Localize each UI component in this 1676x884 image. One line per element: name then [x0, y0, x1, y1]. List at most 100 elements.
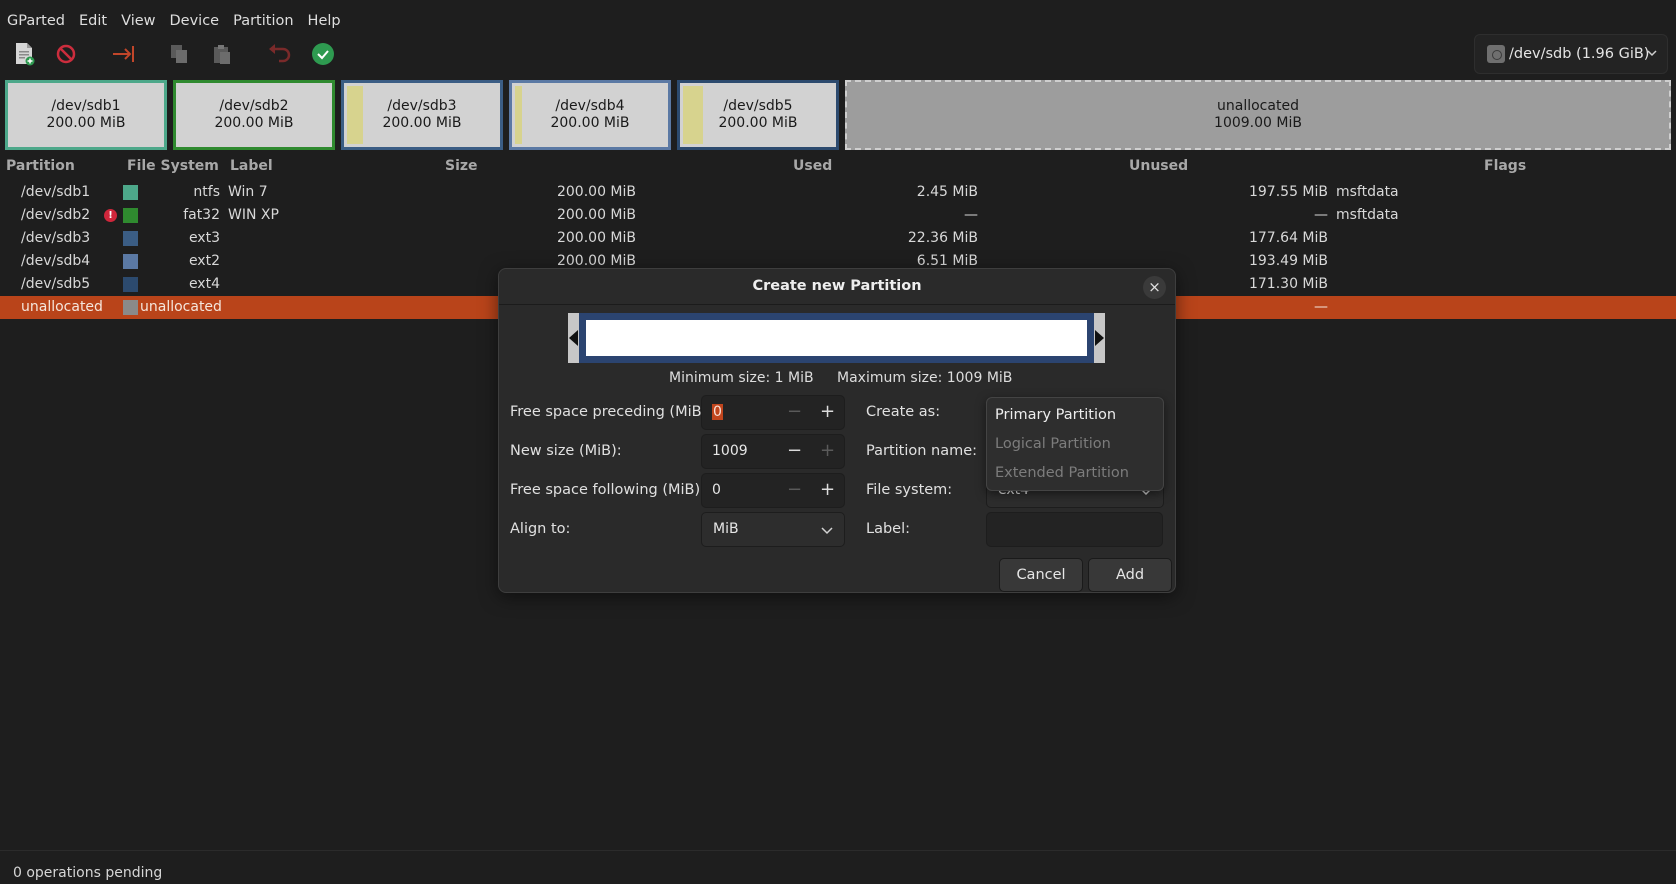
cell-label: Win 7 — [228, 184, 268, 200]
decrement-icon[interactable]: − — [778, 474, 811, 507]
menu-gparted[interactable]: GParted — [0, 13, 72, 29]
new-partition-icon[interactable] — [11, 41, 37, 67]
cell-unused: 171.30 MiB — [1248, 276, 1328, 292]
preceding-spin[interactable]: 0 − + — [701, 395, 845, 430]
menu-help[interactable]: Help — [301, 13, 348, 29]
usage-fill — [683, 86, 703, 144]
cell-filesystem: ext2 — [188, 253, 220, 269]
table-row[interactable]: /dev/sdb1 ntfs Win 7 200.00 MiB 2.45 MiB… — [0, 181, 1676, 204]
cell-size: 200.00 MiB — [556, 184, 636, 200]
undo-icon[interactable] — [266, 41, 292, 67]
close-icon[interactable]: × — [1143, 276, 1166, 299]
cell-size: 200.00 MiB — [556, 230, 636, 246]
fs-color-swatch — [123, 208, 138, 223]
align-value: MiB — [713, 521, 739, 537]
partition-map-sdb1[interactable]: /dev/sdb1 200.00 MiB — [5, 80, 167, 150]
cell-size: 200.00 MiB — [556, 253, 636, 269]
menu-edit[interactable]: Edit — [72, 13, 114, 29]
device-selector[interactable]: /dev/sdb (1.96 GiB) — [1474, 34, 1668, 74]
harddisk-icon — [1487, 45, 1505, 63]
maximum-size-text: Maximum size: 1009 MiB — [837, 370, 1013, 386]
minimum-size-text: Minimum size: 1 MiB — [669, 370, 814, 386]
delete-icon[interactable] — [53, 41, 79, 67]
cell-filesystem: fat32 — [183, 207, 220, 223]
warning-icon[interactable]: ! — [104, 209, 117, 222]
increment-icon[interactable]: + — [811, 474, 844, 507]
partition-size-slider[interactable] — [568, 313, 1105, 363]
align-select[interactable]: MiB — [701, 512, 845, 547]
increment-icon[interactable]: + — [811, 435, 844, 468]
menu-view[interactable]: View — [114, 13, 162, 29]
copy-icon[interactable] — [166, 41, 192, 67]
column-unused[interactable]: Unused — [1129, 158, 1188, 174]
column-used[interactable]: Used — [793, 158, 832, 174]
column-partition[interactable]: Partition — [6, 158, 75, 174]
partition-map-name: /dev/sdb4 — [555, 98, 625, 114]
table-row[interactable]: /dev/sdb3 ext3 200.00 MiB 22.36 MiB 177.… — [0, 227, 1676, 250]
cell-partition: /dev/sdb5 — [21, 276, 91, 292]
new-size-label: New size (MiB): — [510, 443, 622, 459]
new-size-input[interactable]: 1009 — [712, 443, 748, 459]
cell-partition: unallocated — [21, 299, 103, 315]
arrow-left-icon — [569, 330, 578, 346]
cell-partition: /dev/sdb2 — [21, 207, 91, 223]
following-input[interactable]: 0 — [712, 482, 721, 498]
apply-icon[interactable] — [310, 41, 336, 67]
cell-unused: 177.64 MiB — [1248, 230, 1328, 246]
fs-color-swatch — [123, 185, 138, 200]
option-primary-partition[interactable]: Primary Partition — [995, 407, 1116, 423]
cell-unused: 193.49 MiB — [1248, 253, 1328, 269]
new-size-spin[interactable]: 1009 − + — [701, 434, 845, 469]
following-spin[interactable]: 0 − + — [701, 473, 845, 508]
cell-partition: /dev/sdb4 — [21, 253, 91, 269]
increment-icon[interactable]: + — [811, 396, 844, 429]
label-label: Label: — [866, 521, 911, 537]
partition-map-size: 200.00 MiB — [46, 115, 126, 131]
status-text: 0 operations pending — [13, 865, 163, 881]
partition-map-unallocated[interactable]: unallocated 1009.00 MiB — [845, 80, 1671, 150]
menu-device[interactable]: Device — [163, 13, 227, 29]
slider-right-handle[interactable] — [1094, 313, 1105, 363]
table-row[interactable]: /dev/sdb2 ! fat32 WIN XP 200.00 MiB — — … — [0, 204, 1676, 227]
partition-map-size: 1009.00 MiB — [1214, 115, 1302, 131]
following-label: Free space following (MiB): — [510, 482, 706, 498]
column-flags[interactable]: Flags — [1484, 158, 1526, 174]
file-system-label: File system: — [866, 482, 953, 498]
partition-map-sdb2[interactable]: /dev/sdb2 200.00 MiB — [173, 80, 335, 150]
label-input[interactable] — [986, 512, 1163, 547]
status-bar: 0 operations pending — [0, 850, 1676, 884]
preceding-input[interactable]: 0 — [712, 404, 723, 420]
column-label[interactable]: Label — [230, 158, 273, 174]
paste-icon[interactable] — [209, 41, 235, 67]
resize-move-icon[interactable] — [111, 41, 137, 67]
partition-map-name: unallocated — [1217, 98, 1299, 114]
cell-filesystem: ntfs — [193, 184, 220, 200]
cell-used: 2.45 MiB — [916, 184, 978, 200]
column-filesystem[interactable]: File System — [127, 158, 219, 174]
dialog-title: Create new Partition — [752, 278, 922, 294]
create-as-dropdown[interactable]: Primary Partition Logical Partition Exte… — [986, 397, 1164, 491]
partition-map-sdb3[interactable]: /dev/sdb3 200.00 MiB — [341, 80, 503, 150]
decrement-icon[interactable]: − — [778, 396, 811, 429]
device-selector-label: /dev/sdb (1.96 GiB) — [1509, 46, 1650, 62]
cell-unused: — — [1314, 207, 1328, 223]
decrement-icon[interactable]: − — [778, 435, 811, 468]
cell-unused: 197.55 MiB — [1248, 184, 1328, 200]
cancel-button[interactable]: Cancel — [999, 558, 1083, 592]
partition-map-size: 200.00 MiB — [382, 115, 462, 131]
partition-map-name: /dev/sdb5 — [723, 98, 793, 114]
partition-map-size: 200.00 MiB — [214, 115, 294, 131]
dialog-titlebar: Create new Partition × — [499, 269, 1175, 305]
column-size[interactable]: Size — [445, 158, 478, 174]
cell-used: 6.51 MiB — [916, 253, 978, 269]
partition-map-name: /dev/sdb2 — [219, 98, 289, 114]
fs-color-swatch — [123, 300, 138, 315]
cell-used: — — [964, 207, 978, 223]
slider-left-handle[interactable] — [568, 313, 579, 363]
menu-partition[interactable]: Partition — [226, 13, 300, 29]
usage-fill — [347, 86, 363, 144]
partition-map-sdb5[interactable]: /dev/sdb5 200.00 MiB — [677, 80, 839, 150]
usage-fill — [515, 86, 522, 144]
partition-map-sdb4[interactable]: /dev/sdb4 200.00 MiB — [509, 80, 671, 150]
add-button[interactable]: Add — [1088, 558, 1172, 592]
